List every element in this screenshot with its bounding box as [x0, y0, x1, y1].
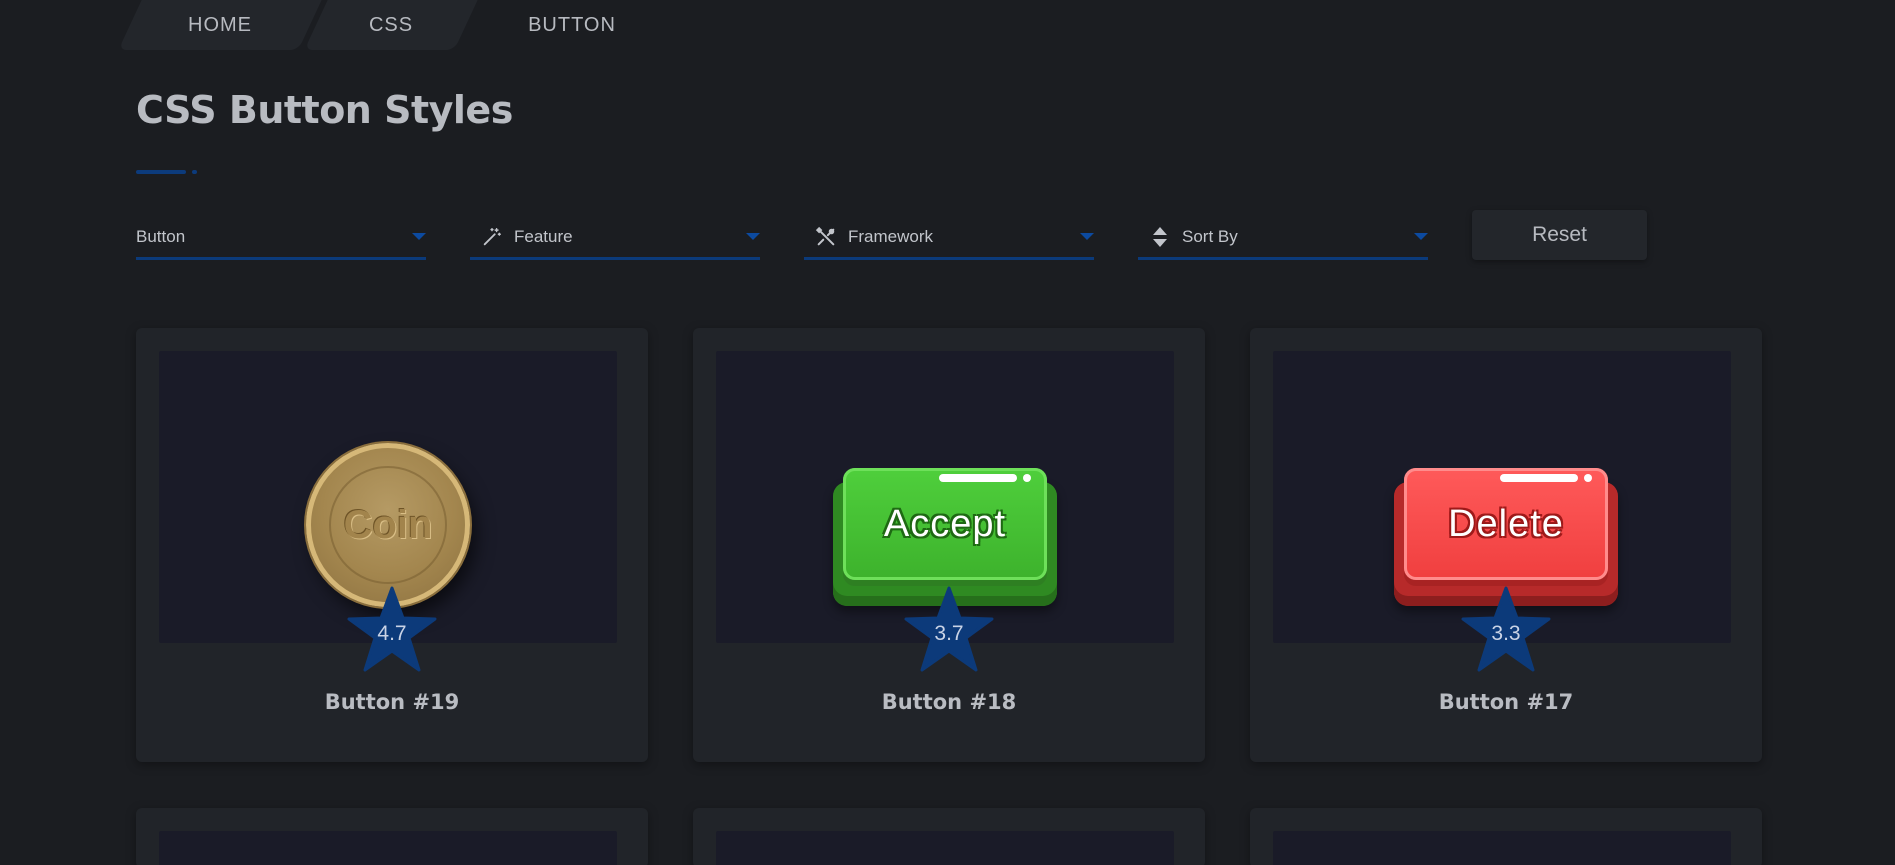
card-title[interactable]: Button #18	[693, 690, 1205, 714]
rating-badge: 3.3	[1461, 586, 1551, 672]
tools-icon	[814, 225, 838, 249]
button-card[interactable]	[136, 808, 648, 865]
chevron-down-icon	[746, 233, 760, 240]
button-filter-select[interactable]: Button	[136, 216, 426, 260]
button-card[interactable]	[693, 808, 1205, 865]
breadcrumb: HOME CSS BUTTON	[118, 0, 672, 50]
chevron-down-icon	[412, 233, 426, 240]
breadcrumb-css[interactable]: CSS	[304, 0, 478, 50]
rating-value: 4.7	[377, 622, 407, 645]
button-preview	[1273, 831, 1731, 865]
page-title: CSS Button Styles	[136, 88, 513, 132]
sort-by-select[interactable]: Sort By	[1138, 216, 1428, 260]
rating-badge: 4.7	[347, 586, 437, 672]
title-underline	[136, 170, 197, 174]
chevron-down-icon	[1080, 233, 1094, 240]
card-title[interactable]: Button #19	[136, 690, 648, 714]
button-filter-label: Button	[136, 226, 186, 246]
chevron-down-icon	[1414, 233, 1428, 240]
button-preview	[159, 831, 617, 865]
magic-wand-icon	[480, 225, 504, 249]
rating-badge: 3.7	[904, 586, 994, 672]
framework-filter-label: Framework	[848, 226, 934, 246]
button-card[interactable]: Delete 3.3 Button #17	[1250, 328, 1762, 762]
feature-filter-select[interactable]: Feature	[470, 216, 760, 260]
button-card[interactable]: Coin 4.7 Button #19	[136, 328, 648, 762]
coin-button-demo[interactable]: Coin	[306, 443, 470, 607]
rating-value: 3.3	[1491, 622, 1521, 645]
framework-filter-select[interactable]: Framework	[804, 216, 1094, 260]
rating-value: 3.7	[934, 622, 964, 645]
sort-icon	[1148, 225, 1172, 249]
sort-by-label: Sort By	[1182, 226, 1238, 246]
card-title[interactable]: Button #17	[1250, 690, 1762, 714]
feature-filter-label: Feature	[514, 226, 573, 246]
reset-button[interactable]: Reset	[1472, 210, 1647, 260]
button-preview	[716, 831, 1174, 865]
button-card[interactable]	[1250, 808, 1762, 865]
button-card[interactable]: Accept 3.7 Button #18	[693, 328, 1205, 762]
breadcrumb-button[interactable]: BUTTON	[472, 0, 672, 50]
breadcrumb-home[interactable]: HOME	[118, 0, 322, 50]
